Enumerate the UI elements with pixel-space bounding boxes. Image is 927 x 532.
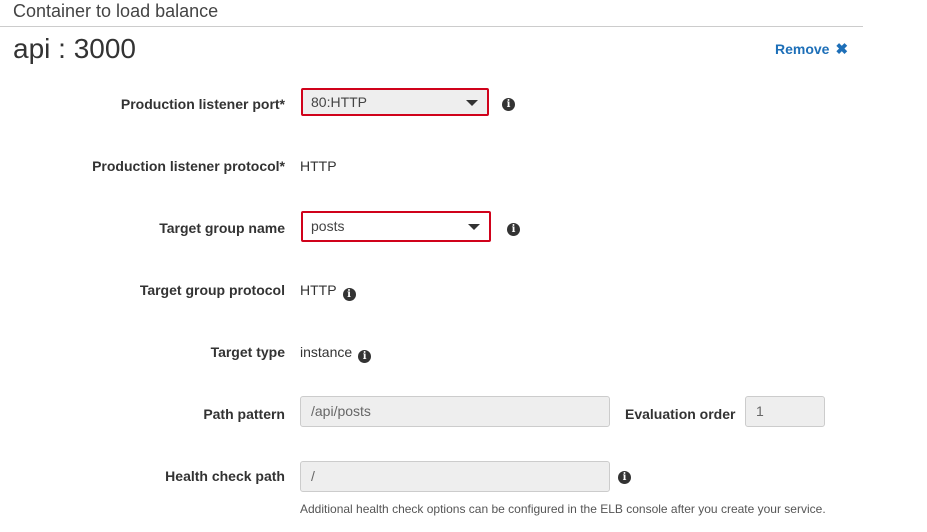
target-group-protocol-value: HTTP [300, 282, 337, 298]
target-group-name-value: posts [311, 218, 345, 234]
close-icon: ✖ [835, 41, 849, 58]
health-check-path-input[interactable]: / [300, 461, 610, 492]
listener-protocol-value: HTTP [300, 158, 337, 174]
info-icon[interactable]: i [502, 98, 515, 111]
chevron-down-icon [468, 224, 480, 230]
info-icon[interactable]: i [507, 223, 520, 236]
health-check-help-text: Additional health check options can be c… [300, 502, 826, 516]
listener-port-value: 80:HTTP [311, 94, 368, 110]
remove-link[interactable]: Remove ✖ [775, 40, 848, 58]
target-type-value: instance [300, 344, 353, 360]
title-divider [0, 26, 863, 27]
info-icon[interactable]: i [342, 288, 356, 301]
target-type-label: Target type [210, 344, 285, 360]
remove-label: Remove [775, 41, 830, 57]
listener-protocol-label: Production listener protocol* [92, 158, 285, 174]
target-type-row: instance i [300, 344, 372, 363]
path-pattern-label: Path pattern [203, 406, 285, 422]
container-name-heading: api : 3000 [13, 33, 136, 64]
target-group-protocol-row: HTTP i [300, 282, 356, 301]
listener-port-select[interactable]: 80:HTTP [301, 88, 489, 116]
path-pattern-input[interactable]: /api/posts [300, 396, 610, 427]
listener-port-label: Production listener port* [120, 96, 285, 112]
evaluation-order-input[interactable]: 1 [745, 396, 825, 427]
info-icon[interactable]: i [618, 471, 631, 484]
target-group-protocol-label: Target group protocol [139, 282, 285, 298]
section-title: Container to load balance [13, 1, 219, 21]
info-icon[interactable]: i [358, 350, 372, 363]
target-group-name-select[interactable]: posts [301, 211, 491, 242]
chevron-down-icon [466, 100, 478, 106]
evaluation-order-label: Evaluation order [625, 406, 736, 422]
health-check-path-label: Health check path [165, 468, 285, 484]
target-group-name-label: Target group name [159, 220, 285, 236]
